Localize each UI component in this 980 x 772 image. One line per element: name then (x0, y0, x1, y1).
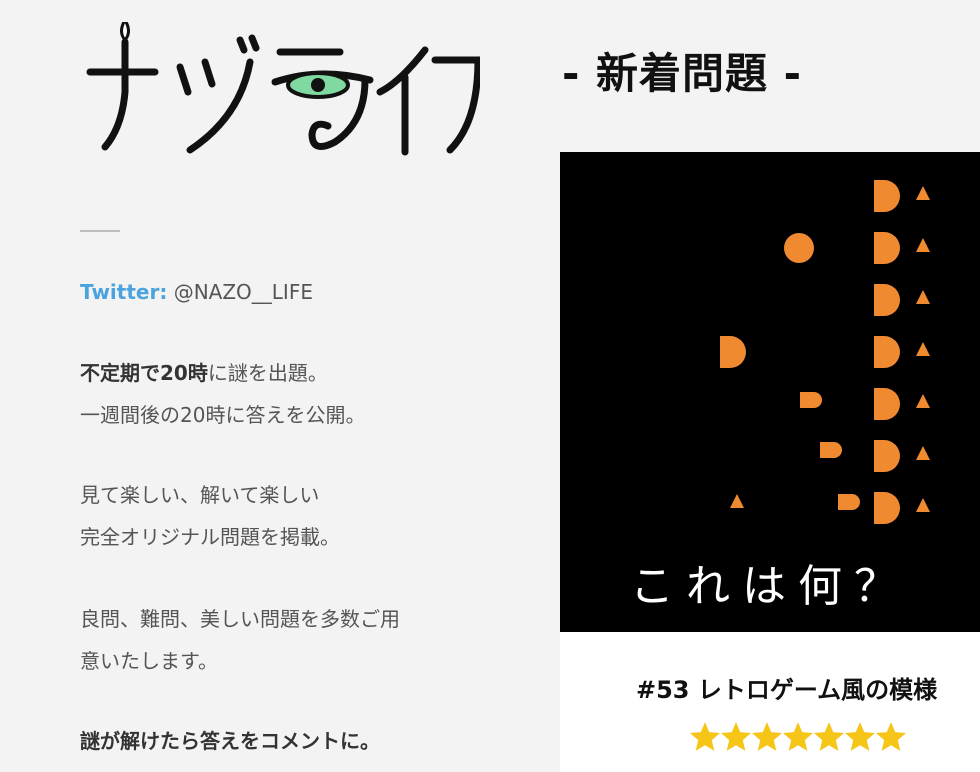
star-icon (844, 722, 876, 751)
twitter-link[interactable]: Twitter: (80, 280, 167, 304)
puzzle-d-shape (720, 336, 746, 368)
schedule-bold: 不定期で20時 (80, 361, 208, 385)
puzzle-triangle-shape (916, 238, 930, 252)
description-line1: 見て楽しい、解いて楽しい (80, 483, 320, 507)
post-thumbnail[interactable]: これは何？ (560, 152, 980, 632)
puzzle-triangle-shape (916, 498, 930, 512)
puzzle-triangle-shape (916, 290, 930, 304)
puzzle-half-d-shape (838, 494, 860, 510)
twitter-handle: @NAZO__LIFE (173, 280, 313, 304)
puzzle-triangle-shape (916, 394, 930, 408)
quality-line1: 良問、難問、美しい問題を多数ご用 (80, 607, 400, 631)
post-title[interactable]: #53 レトロゲーム風の模様 (636, 670, 937, 705)
star-icon (751, 722, 783, 751)
post-card[interactable]: これは何？ #53 レトロゲーム風の模様 (560, 152, 980, 772)
puzzle-d-shape (874, 284, 900, 316)
puzzle-triangle-shape (730, 494, 744, 508)
star-icon (720, 722, 752, 751)
star-icon (782, 722, 814, 751)
puzzle-caption: これは何？ (630, 561, 910, 612)
puzzle-d-shape (874, 440, 900, 472)
puzzle-half-d-shape (820, 442, 842, 458)
puzzle-d-shape (874, 180, 900, 212)
puzzle-half-d-shape (800, 392, 822, 408)
quality-paragraph: 良問、難問、美しい問題を多数ご用 意いたします。 (80, 598, 400, 682)
description-line2: 完全オリジナル問題を掲載。 (80, 525, 340, 549)
quality-line2: 意いたします。 (80, 649, 218, 673)
puzzle-d-shape (874, 388, 900, 420)
puzzle-triangle-shape (916, 186, 930, 200)
star-icon (813, 722, 845, 751)
star-icon (689, 722, 721, 751)
site-logo[interactable] (80, 22, 480, 162)
twitter-info: Twitter: @NAZO__LIFE (80, 271, 313, 313)
section-title: - 新着問題 - (562, 49, 803, 98)
puzzle-d-shape (874, 492, 900, 524)
star-icon (875, 722, 907, 751)
schedule-text-line2: 一週間後の20時に答えを公開。 (80, 403, 366, 427)
puzzle-circle-shape (784, 233, 814, 263)
puzzle-triangle-shape (916, 342, 930, 356)
puzzle-d-shape (874, 336, 900, 368)
divider (80, 230, 120, 232)
intro-paragraph: 不定期で20時に謎を出題。 一週間後の20時に答えを公開。 (80, 352, 365, 436)
description-paragraph: 見て楽しい、解いて楽しい 完全オリジナル問題を掲載。 (80, 474, 340, 558)
comment-call-to-action: 謎が解けたら答えをコメントに。 (80, 729, 380, 753)
schedule-text: に謎を出題。 (207, 361, 328, 385)
puzzle-d-shape (874, 232, 900, 264)
puzzle-triangle-shape (916, 446, 930, 460)
